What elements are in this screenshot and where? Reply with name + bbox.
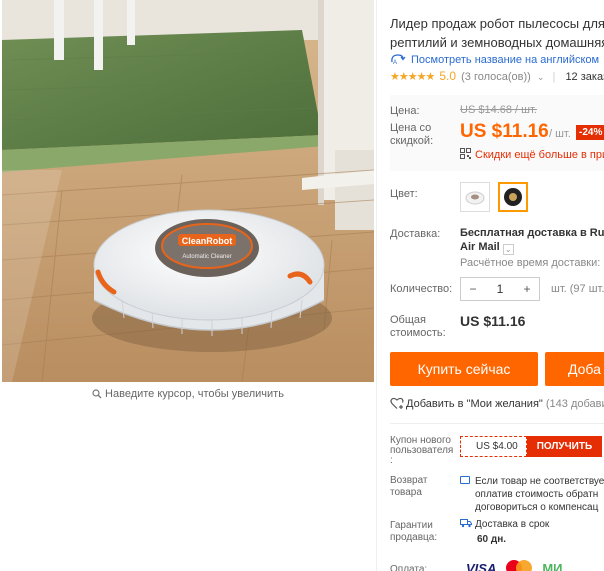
product-title: Лидер продаж робот пылесосы для а рептил… — [390, 14, 604, 52]
color-label: Цвет: — [390, 188, 418, 200]
shipping-label: Доставка: — [390, 228, 441, 240]
returns-line-1-text: Если товар не соответствуе — [475, 476, 604, 487]
shipping-time: Расчётное время доставки: 26 — [460, 257, 604, 269]
quantity-available: шт. (97 шт. — [551, 283, 604, 295]
quantity-decrease-button[interactable]: − — [461, 282, 485, 296]
mir-logo: МИ — [542, 560, 563, 571]
discount-price-label-line-2: скидкой: — [390, 135, 434, 147]
coupon-label-line-2: пользователя — [390, 445, 454, 456]
visa-logo: VISA — [466, 560, 497, 571]
guarantee-label-line-2: продавца: — [390, 532, 438, 543]
shipping-method-value: Air Mail — [460, 241, 500, 253]
rating-row: ★★★★★ 5.0 (3 голоса(ов)) ⌄ | 12 заказ — [390, 69, 604, 83]
mastercard-logo-icon — [506, 560, 533, 571]
new-user-coupon: US $4.00 ПОЛУЧИТЬ — [460, 436, 603, 457]
color-option-white[interactable] — [460, 182, 490, 212]
price-label: Цена: — [390, 105, 420, 117]
guarantee-label-line-1: Гарантии — [390, 520, 433, 531]
column-divider — [376, 0, 377, 571]
svg-text:A: A — [393, 60, 397, 65]
total-label: Общая стоимость: — [390, 314, 446, 340]
section-divider — [390, 423, 604, 424]
returns-label: Возврат товара — [390, 475, 428, 499]
coupon-label: Купон нового пользователя : — [390, 436, 453, 466]
wishlist-text: Добавить в "Мои желания" — [406, 398, 543, 410]
buy-now-button[interactable]: Купить сейчас — [390, 352, 538, 386]
translate-title-link[interactable]: A Посмотреть название на английском — [390, 53, 599, 66]
product-info: Лидер продаж робот пылесосы для а рептил… — [390, 0, 604, 571]
discount-price-label: Цена со скидкой: — [390, 122, 433, 148]
product-gallery: CleanRobot Automatic Cleaner Наведите ку… — [0, 0, 376, 571]
card-icon — [460, 476, 470, 484]
zoom-hint-text: Наведите курсор, чтобы увеличить — [105, 388, 284, 400]
white-robot-thumbnail-icon — [465, 191, 485, 205]
orders-count: 12 заказ — [565, 71, 604, 83]
title-line-1: Лидер продаж робот пылесосы для а — [390, 16, 604, 31]
add-to-wishlist-link[interactable]: Добавить в "Мои желания" (143 добавил — [390, 397, 604, 413]
returns-line-1: Если товар не соответствуе — [460, 475, 604, 488]
wishlist-count: (143 добавил — [545, 398, 604, 410]
total-label-line-1: Общая — [390, 314, 426, 326]
add-to-cart-button[interactable]: Доба — [545, 352, 604, 386]
heart-plus-icon — [390, 397, 404, 413]
coupon-label-line-3: : — [390, 455, 393, 466]
guarantee-delivery-text: Доставка в срок — [475, 519, 550, 530]
shipping-method-select[interactable]: Air Mail ⌄ — [460, 241, 514, 255]
payment-logos: VISA МИ — [466, 560, 563, 571]
quantity-input[interactable]: 1 — [485, 282, 515, 296]
guarantee-label: Гарантии продавца: — [390, 520, 437, 544]
payment-label: Оплата: — [390, 564, 428, 571]
rating-separator: | — [552, 71, 556, 83]
translate-link-text: Посмотреть название на английском — [411, 54, 600, 66]
color-option-black[interactable] — [498, 182, 528, 212]
translate-icon: A — [390, 53, 406, 66]
sale-price-unit: / шт. — [549, 128, 571, 140]
returns-label-line-1: Возврат — [390, 475, 428, 486]
guarantee-days: 60 дн. — [477, 534, 507, 545]
returns-line-2: оплатив стоимость обратн — [475, 489, 599, 500]
old-price: US $14.68 / шт. — [460, 104, 537, 116]
qr-code-icon — [460, 148, 471, 159]
rating-chevron-down-icon[interactable]: ⌄ — [537, 72, 545, 82]
rating-votes-link[interactable]: (3 голоса(ов)) — [461, 71, 531, 83]
magnifier-icon — [92, 389, 102, 402]
total-label-line-2: стоимость: — [390, 327, 446, 339]
quantity-increase-button[interactable]: + — [515, 282, 539, 296]
shipping-title: Бесплатная доставка в Russi — [460, 227, 604, 239]
sale-price: US $11.16 — [460, 121, 549, 142]
clock-truck-icon — [460, 518, 472, 531]
coupon-amount: US $4.00 — [460, 436, 527, 457]
chevron-down-icon: ⌄ — [502, 244, 514, 255]
rating-stars-icon: ★★★★★ — [390, 71, 435, 83]
app-promo-link[interactable]: Скидки ещё больше в при — [460, 148, 604, 161]
app-promo-text: Скидки ещё больше в при — [475, 149, 604, 161]
product-photo: CleanRobot Automatic Cleaner — [2, 0, 374, 382]
get-coupon-button[interactable]: ПОЛУЧИТЬ — [526, 436, 603, 457]
discount-price-label-line-1: Цена со — [390, 122, 432, 134]
quantity-stepper: − 1 + — [460, 277, 540, 301]
guarantee-delivery: Доставка в срок — [460, 518, 549, 531]
discount-badge: -24% — [576, 125, 604, 140]
returns-line-3: договориться о компенсац — [475, 502, 599, 513]
title-line-2: рептилий и земноводных домашняя — [390, 35, 604, 50]
rating-value: 5.0 — [439, 69, 457, 83]
robot-brand-text: CleanRobot — [182, 236, 233, 246]
black-robot-thumbnail-icon — [504, 188, 522, 206]
total-price: US $11.16 — [460, 313, 526, 329]
product-main-image[interactable]: CleanRobot Automatic Cleaner — [2, 0, 374, 382]
zoom-hint: Наведите курсор, чтобы увеличить — [0, 388, 376, 402]
quantity-label: Количество: — [390, 283, 453, 295]
returns-label-line-2: товара — [390, 487, 422, 498]
robot-model-text: Automatic Cleaner — [182, 254, 231, 260]
